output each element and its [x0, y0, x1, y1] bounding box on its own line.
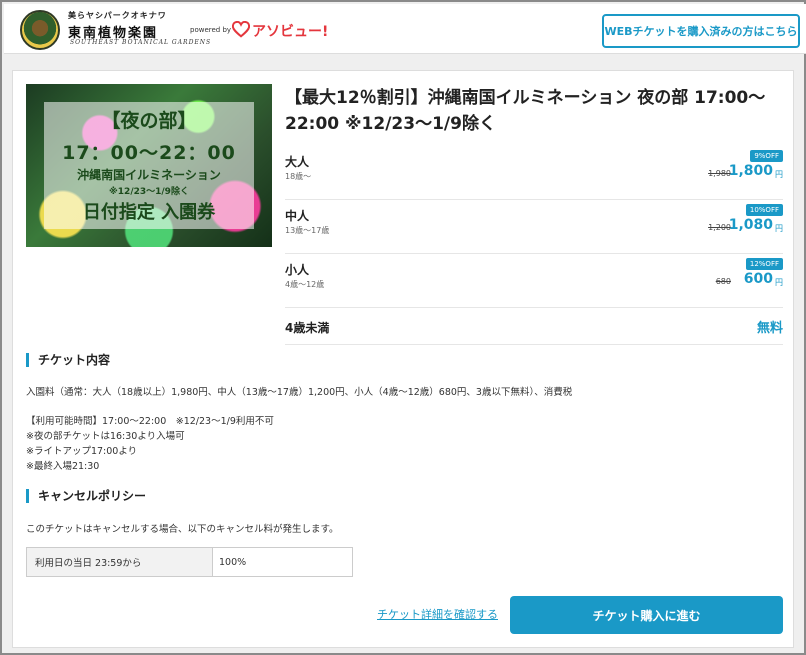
ticket-details-link[interactable]: チケット詳細を確認する	[377, 606, 498, 622]
price-unit: 円	[775, 278, 783, 287]
cancel-fee-rate: 100%	[219, 556, 247, 568]
price-age: 18歳〜	[285, 172, 312, 181]
palm-emblem-icon	[20, 10, 60, 50]
free-price: 無料	[756, 321, 783, 336]
product-title: 【最大12％割引】沖縄南国イルミネーション 夜の部 17:00〜22:00 ※1…	[285, 88, 766, 134]
price-unit: 円	[775, 170, 783, 179]
cancel-fee-table: 利用日の当日 23:59から 100%	[26, 547, 353, 577]
cancel-policy-description: このチケットはキャンセルする場合、以下のキャンセル料が発生します。	[26, 524, 339, 535]
cancel-fee-when: 利用日の当日 23:59から	[27, 548, 213, 576]
cancel-policy-heading: キャンセルポリシー	[26, 489, 146, 503]
discount-badge: 9%OFF	[750, 150, 783, 162]
logo-top-text: 美らヤシパークオキナワ	[68, 11, 167, 20]
usage-note-line: ※ライトアップ17:00より	[26, 446, 138, 457]
asoview-brand-text: アソビュー!	[252, 24, 329, 40]
price-label: 大人	[285, 155, 310, 169]
site-header: 美らヤシパークオキナワ 東南植物楽園 SOUTHEAST BOTANICAL G…	[4, 4, 806, 54]
powered-by-label: powered by	[190, 26, 232, 34]
discount-badge: 12%OFF	[745, 258, 783, 270]
discount-badge: 10%OFF	[745, 204, 783, 216]
heart-icon	[232, 21, 250, 38]
original-price: 680	[715, 277, 731, 286]
garden-logo[interactable]: 美らヤシパークオキナワ 東南植物楽園 SOUTHEAST BOTANICAL G…	[20, 8, 210, 50]
usage-note-line: ※夜の部チケットは16:30より入場可	[26, 431, 185, 442]
hero-ticket-type: 日付指定 入園券	[82, 202, 216, 223]
usage-notes: 【利用可能時間】17:00〜22:00 ※12/23〜1/9利用不可 ※夜の部チ…	[26, 414, 274, 474]
hero-caption-panel: 【夜の部】 17：00〜22：00 沖縄南国イルミネーション ※12/23〜1/…	[44, 102, 254, 229]
window-frame: 美らヤシパークオキナワ 東南植物楽園 SOUTHEAST BOTANICAL G…	[0, 0, 806, 655]
buy-ticket-button[interactable]: チケット購入に進む	[510, 596, 783, 634]
price-row-junior: 中人 13歳〜17歳 10%OFF 1,200 1,080 円	[285, 200, 783, 254]
hero-event: 沖縄南国イルミネーション	[77, 168, 221, 182]
price-label: 小人	[285, 263, 310, 277]
hero-session: 【夜の部】	[101, 110, 197, 132]
sale-price: 1,800	[728, 163, 773, 179]
usage-note-line: 【利用可能時間】17:00〜22:00 ※12/23〜1/9利用不可	[26, 416, 274, 427]
web-ticket-purchased-button[interactable]: WEBチケットを購入済みの方はこちら	[602, 14, 800, 48]
logo-sub-text: SOUTHEAST BOTANICAL GARDENS	[70, 39, 212, 46]
ticket-card: 【夜の部】 17：00〜22：00 沖縄南国イルミネーション ※12/23〜1/…	[12, 70, 794, 648]
sale-price: 600	[743, 271, 773, 287]
price-label: 中人	[285, 209, 310, 223]
price-unit: 円	[775, 224, 783, 233]
price-age: 4歳〜12歳	[285, 280, 325, 289]
price-row-adult: 大人 18歳〜 9%OFF 1,980 1,800 円	[285, 146, 783, 200]
price-list: 大人 18歳〜 9%OFF 1,980 1,800 円 中人 13歳〜17歳 1…	[285, 146, 783, 345]
price-age: 13歳〜17歳	[285, 226, 330, 235]
price-row-child: 小人 4歳〜12歳 12%OFF 680 600 円	[285, 254, 783, 308]
price-row-infant: 4歳未満 無料	[285, 308, 783, 345]
illumination-hero-image: 【夜の部】 17：00〜22：00 沖縄南国イルミネーション ※12/23〜1/…	[26, 84, 272, 247]
hero-exclusion: ※12/23〜1/9除く	[109, 187, 189, 197]
usage-note-line: ※最終入場21:30	[26, 461, 100, 472]
admission-description: 入園料（通常：大人（18歳以上）1,980円、中人（13歳〜17歳）1,200円…	[26, 387, 573, 398]
hero-time: 17：00〜22：00	[62, 142, 236, 164]
original-price: 1,200	[708, 223, 731, 232]
price-label: 4歳未満	[285, 321, 330, 335]
original-price: 1,980	[708, 169, 731, 178]
ticket-contents-heading: チケット内容	[26, 353, 110, 367]
sale-price: 1,080	[728, 217, 773, 233]
